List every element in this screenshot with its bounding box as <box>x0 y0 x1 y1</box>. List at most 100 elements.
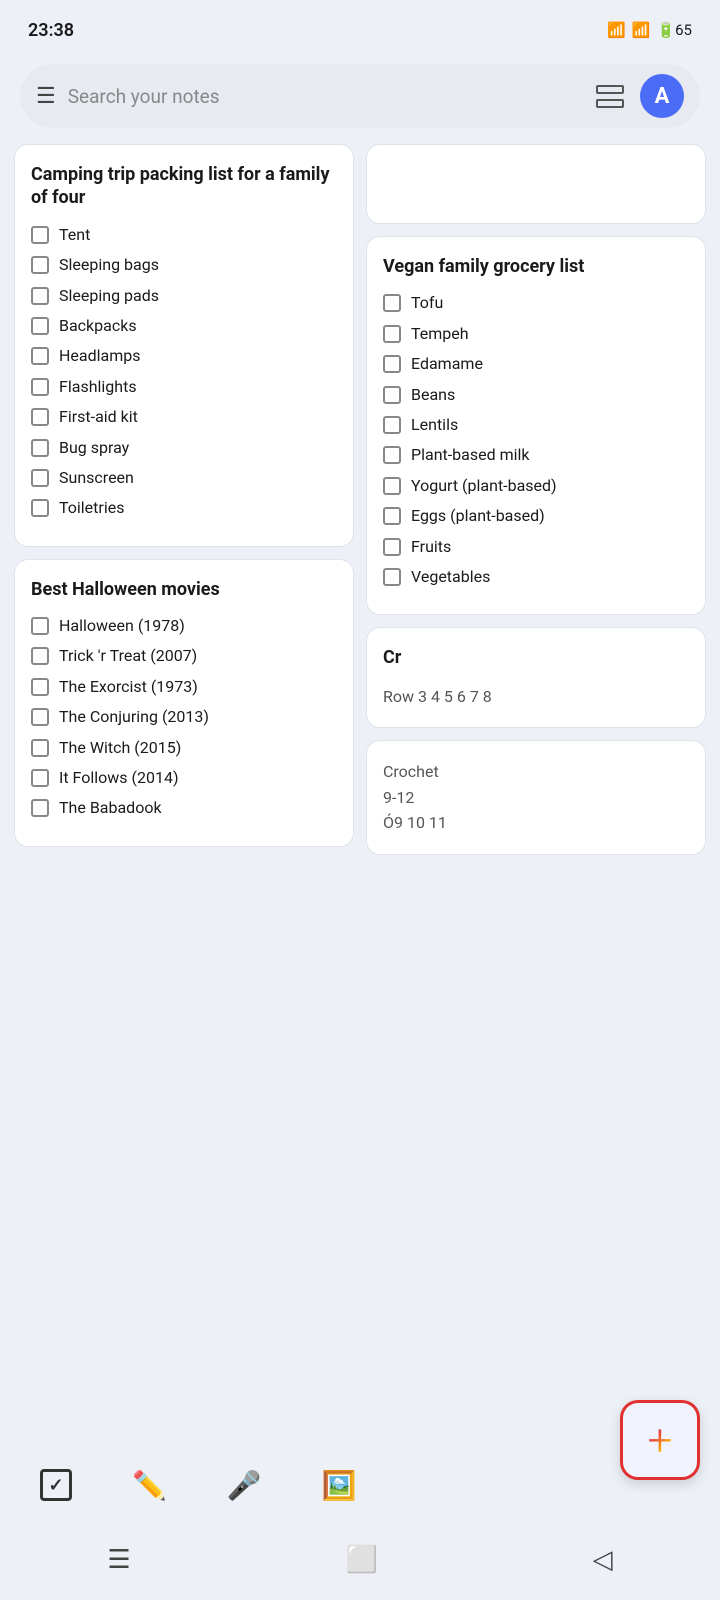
cr-note-card[interactable]: Cr Row 3 4 5 6 7 8 <box>366 627 706 728</box>
bottom-toolbar: ✏️ 🎤 🖼️ <box>0 1450 720 1520</box>
list-item[interactable]: Tent <box>31 224 337 246</box>
list-item[interactable]: Vegetables <box>383 566 689 588</box>
halloween-note-items: Halloween (1978) Trick 'r Treat (2007) T… <box>31 615 337 820</box>
list-item[interactable]: First-aid kit <box>31 406 337 428</box>
list-item[interactable]: Sleeping bags <box>31 254 337 276</box>
item-label: Backpacks <box>59 315 137 337</box>
list-item[interactable]: The Babadook <box>31 797 337 819</box>
vegan-note-card[interactable]: Vegan family grocery list Tofu Tempeh Ed… <box>366 236 706 615</box>
list-item[interactable]: Headlamps <box>31 345 337 367</box>
new-note-fab[interactable]: + <box>620 1400 700 1480</box>
checkbox[interactable] <box>31 678 49 696</box>
toolbar-icons: ✏️ 🎤 🖼️ <box>40 1469 357 1502</box>
list-item[interactable]: Plant-based milk <box>383 444 689 466</box>
checkbox[interactable] <box>31 317 49 335</box>
checkbox[interactable] <box>31 769 49 787</box>
list-item[interactable]: Tempeh <box>383 323 689 345</box>
cr-note-body: Row 3 4 5 6 7 8 <box>383 684 689 710</box>
list-item[interactable]: Eggs (plant-based) <box>383 505 689 527</box>
checkbox[interactable] <box>383 294 401 312</box>
crochet-note-card[interactable]: Crochet9-12Ó9 10 11 <box>366 740 706 855</box>
nav-menu-icon[interactable]: ☰ <box>107 1545 130 1575</box>
checkbox[interactable] <box>31 256 49 274</box>
layout-rect-bottom <box>596 99 624 108</box>
item-label: The Witch (2015) <box>59 737 181 759</box>
crochet-note-body: Crochet9-12Ó9 10 11 <box>383 759 689 836</box>
item-label: Beans <box>411 384 455 406</box>
item-label: Eggs (plant-based) <box>411 505 545 527</box>
list-item[interactable]: Lentils <box>383 414 689 436</box>
checkbox[interactable] <box>31 708 49 726</box>
checkbox[interactable] <box>31 287 49 305</box>
checkbox[interactable] <box>31 647 49 665</box>
image-icon[interactable]: 🖼️ <box>322 1469 357 1502</box>
checkbox[interactable] <box>31 347 49 365</box>
list-item[interactable]: Toiletries <box>31 497 337 519</box>
list-item[interactable]: Halloween (1978) <box>31 615 337 637</box>
checkbox[interactable] <box>31 439 49 457</box>
checkbox[interactable] <box>383 446 401 464</box>
checkbox[interactable] <box>31 378 49 396</box>
search-bar[interactable]: ☰ Search your notes A <box>20 64 700 128</box>
halloween-note-card[interactable]: Best Halloween movies Halloween (1978) T… <box>14 559 354 847</box>
status-bar: 23:38 📶 📶 🔋65 <box>0 0 720 56</box>
camping-note-card[interactable]: Camping trip packing list for a family o… <box>14 144 354 547</box>
layout-toggle-icon[interactable] <box>592 78 628 114</box>
plus-icon: + <box>648 1418 673 1462</box>
status-icons: 📶 📶 🔋65 <box>607 21 692 39</box>
item-label: Sunscreen <box>59 467 134 489</box>
list-item[interactable]: It Follows (2014) <box>31 767 337 789</box>
nav-back-icon[interactable]: ◁ <box>593 1545 613 1575</box>
list-item[interactable]: Yogurt (plant-based) <box>383 475 689 497</box>
cr-note-title: Cr <box>383 646 689 669</box>
checkbox[interactable] <box>31 226 49 244</box>
wifi-icon: 📶 <box>607 21 626 39</box>
item-label: Plant-based milk <box>411 444 530 466</box>
item-label: Bug spray <box>59 437 129 459</box>
item-label: Yogurt (plant-based) <box>411 475 557 497</box>
avatar[interactable]: A <box>640 74 684 118</box>
signal-icon: 📶 <box>632 21 651 39</box>
mic-icon[interactable]: 🎤 <box>227 1469 262 1502</box>
checkbox[interactable] <box>383 355 401 373</box>
checkbox[interactable] <box>383 386 401 404</box>
checkbox[interactable] <box>31 469 49 487</box>
list-item[interactable]: Backpacks <box>31 315 337 337</box>
checkbox[interactable] <box>383 325 401 343</box>
item-label: Toiletries <box>59 497 124 519</box>
brush-icon[interactable]: ✏️ <box>132 1469 167 1502</box>
checkbox[interactable] <box>31 499 49 517</box>
empty-note-card[interactable] <box>366 144 706 224</box>
checkbox-toolbar-icon[interactable] <box>40 1469 72 1501</box>
checkbox[interactable] <box>31 617 49 635</box>
list-item[interactable]: Edamame <box>383 353 689 375</box>
list-item[interactable]: Sleeping pads <box>31 285 337 307</box>
checkbox[interactable] <box>31 408 49 426</box>
checkbox[interactable] <box>383 416 401 434</box>
checkbox[interactable] <box>31 739 49 757</box>
notes-col-right: Vegan family grocery list Tofu Tempeh Ed… <box>366 144 706 855</box>
list-item[interactable]: Bug spray <box>31 437 337 459</box>
search-input[interactable]: Search your notes <box>68 85 580 108</box>
menu-icon[interactable]: ☰ <box>36 84 56 109</box>
checkbox[interactable] <box>383 538 401 556</box>
checkbox[interactable] <box>31 799 49 817</box>
list-item[interactable]: Beans <box>383 384 689 406</box>
vegan-note-title: Vegan family grocery list <box>383 255 689 278</box>
nav-home-icon[interactable]: ⬜ <box>345 1545 377 1575</box>
item-label: Vegetables <box>411 566 490 588</box>
list-item[interactable]: Fruits <box>383 536 689 558</box>
list-item[interactable]: Sunscreen <box>31 467 337 489</box>
item-label: The Exorcist (1973) <box>59 676 198 698</box>
list-item[interactable]: Flashlights <box>31 376 337 398</box>
notes-grid: Camping trip packing list for a family o… <box>0 144 720 855</box>
list-item[interactable]: The Conjuring (2013) <box>31 706 337 728</box>
camping-note-title: Camping trip packing list for a family o… <box>31 163 337 210</box>
checkbox[interactable] <box>383 507 401 525</box>
list-item[interactable]: Tofu <box>383 292 689 314</box>
list-item[interactable]: Trick 'r Treat (2007) <box>31 645 337 667</box>
list-item[interactable]: The Witch (2015) <box>31 737 337 759</box>
checkbox[interactable] <box>383 568 401 586</box>
checkbox[interactable] <box>383 477 401 495</box>
list-item[interactable]: The Exorcist (1973) <box>31 676 337 698</box>
